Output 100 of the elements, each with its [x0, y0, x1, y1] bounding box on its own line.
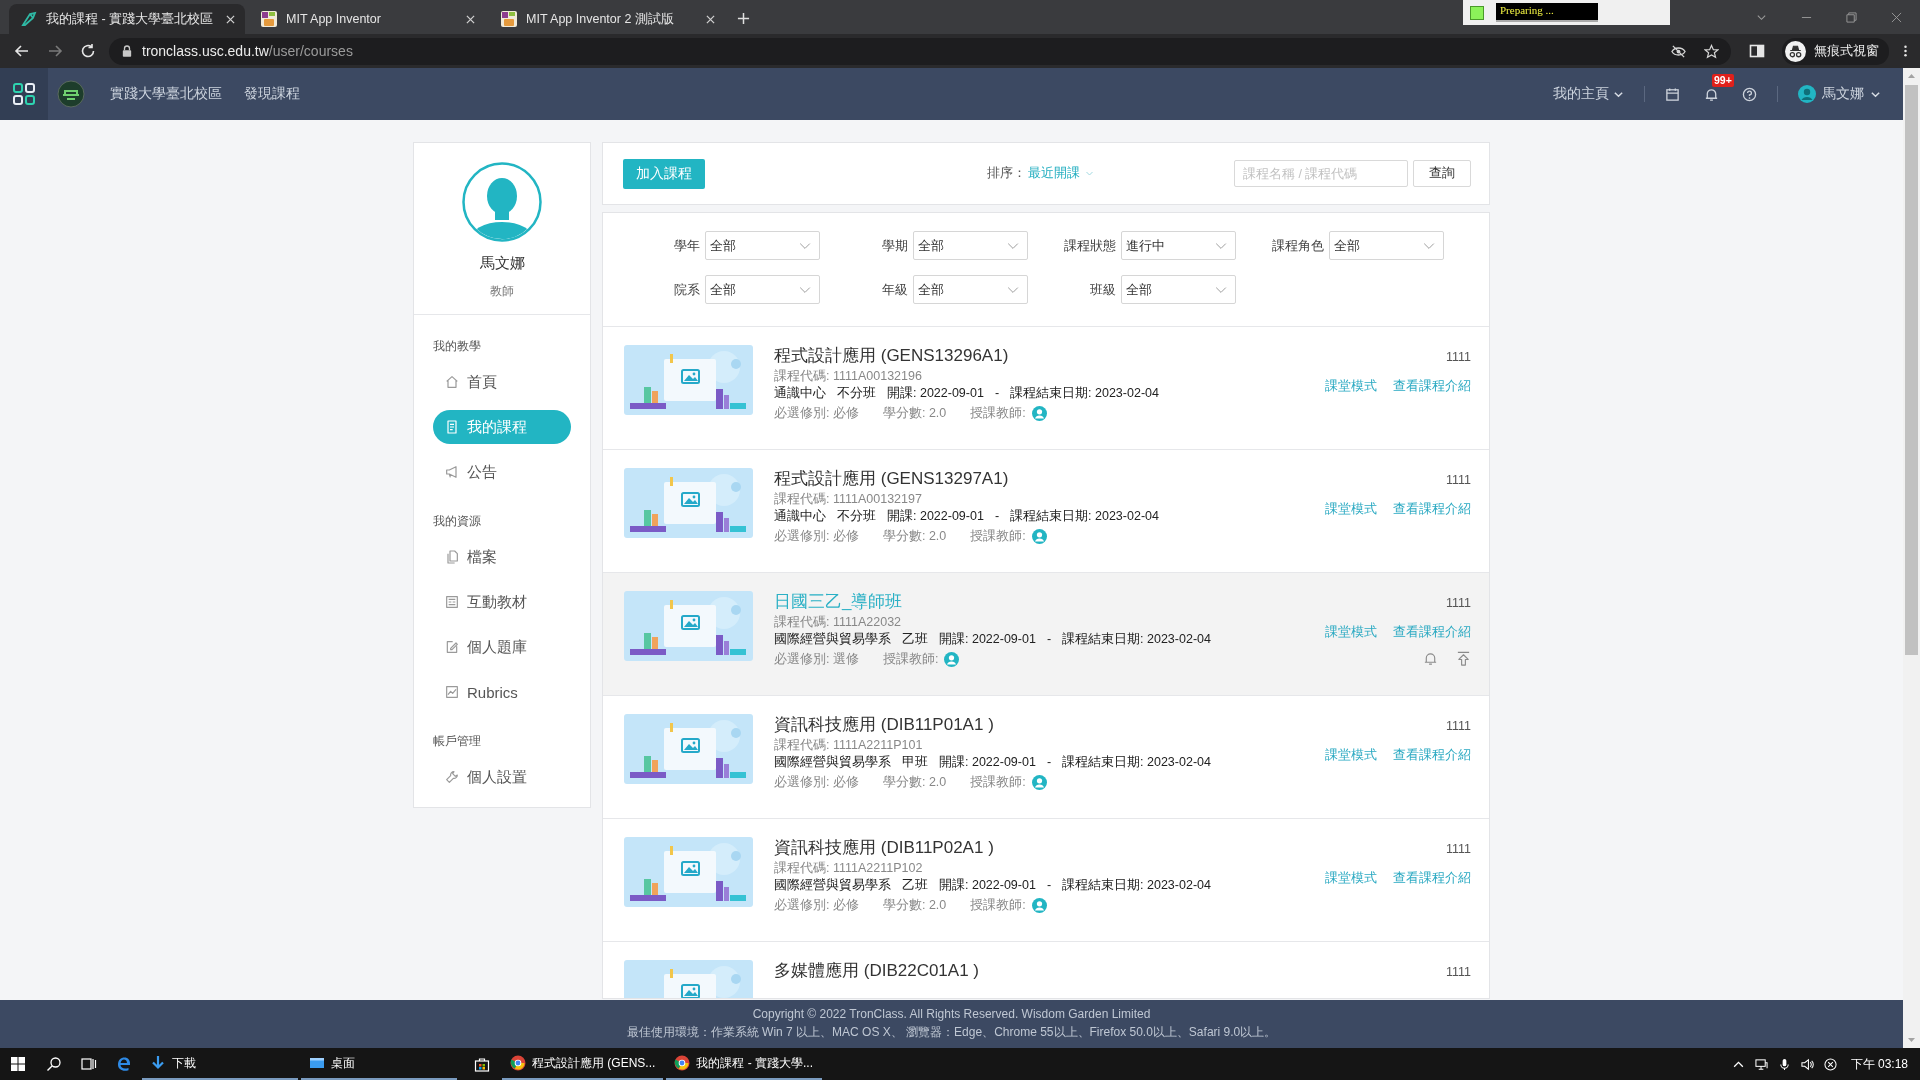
bell-icon[interactable] [1704, 86, 1719, 102]
files-icon [444, 549, 460, 565]
profile-button[interactable]: 無痕式視窗 [1782, 37, 1889, 65]
restore-icon[interactable] [1846, 11, 1857, 23]
filter-dropdown[interactable]: 全部 [705, 275, 820, 304]
address-field[interactable]: tronclass.usc.edu.tw/user/courses [109, 37, 1731, 65]
sidebar-item[interactable]: 互動教材 [433, 585, 571, 619]
filter-label: 年級 [881, 280, 909, 299]
user-role: 教師 [490, 283, 514, 300]
user-menu[interactable]: 馬文娜 [1798, 85, 1881, 103]
avatar-icon [1798, 85, 1816, 103]
sidebar-item[interactable]: 檔案 [433, 540, 571, 574]
start-date: 開課: 2022-09-01 [939, 754, 1036, 771]
header-link[interactable]: 發現課程 [244, 85, 300, 103]
taskbar-item[interactable]: 程式設計應用 (GENS... [502, 1048, 664, 1080]
windows-logo-icon[interactable] [10, 1056, 26, 1072]
credits-text: 學分數: 2.0 [882, 897, 947, 914]
forward-arrow-icon[interactable] [47, 43, 63, 59]
calendar-icon[interactable] [1665, 86, 1680, 102]
filter-dropdown[interactable]: 全部 [913, 231, 1028, 260]
sidebar-item[interactable]: 個人設置 [433, 760, 571, 794]
taskbar-item[interactable]: 我的課程 - 實踐大學... [666, 1048, 823, 1080]
credits-text: 學分數: 2.0 [882, 405, 947, 422]
network-icon[interactable] [1754, 1057, 1768, 1071]
status-square-icon [1470, 5, 1484, 20]
class-text: 不分班 [837, 508, 876, 525]
search-icon[interactable] [46, 1056, 62, 1072]
star-icon[interactable] [1704, 43, 1719, 59]
section-title: 我的教學 [433, 338, 482, 355]
sidebar-item[interactable]: Rubrics [433, 675, 571, 709]
teacher-label: 授課教師: [970, 774, 1026, 791]
semester-text: 1111 [1445, 841, 1471, 858]
browser-tab[interactable]: MIT App Inventor 2 測試版 [489, 4, 725, 34]
logo-icon[interactable] [57, 80, 85, 108]
filter-dropdown[interactable]: 全部 [1121, 275, 1236, 304]
sidebar-item[interactable]: 公告 [433, 455, 571, 489]
browser-tab[interactable]: MIT App Inventor [249, 4, 485, 34]
more-icon[interactable] [1903, 43, 1908, 59]
edit-document-icon [444, 639, 460, 655]
slides-icon [444, 594, 460, 610]
back-arrow-icon[interactable] [14, 43, 30, 59]
course-code: 課程代碼: 1111A2211P101 [774, 737, 924, 754]
search-field[interactable]: 課程名稱 / 課程代碼 [1234, 160, 1408, 187]
filter-label: 學期 [881, 236, 909, 255]
eye-slash-icon[interactable] [1671, 43, 1686, 59]
close-icon[interactable] [706, 14, 715, 24]
requirement-text: 必選修別: 必修 [774, 405, 859, 422]
incognito-icon [1785, 40, 1806, 62]
shopping-bag-icon[interactable] [474, 1056, 490, 1072]
taskbar-item[interactable]: 桌面 [301, 1048, 457, 1080]
filter-dropdown[interactable]: 全部 [1329, 231, 1444, 260]
course-row[interactable]: 日國三乙_導師班 課程代碼: 1111A22032 國際經營與貿易學系 乙班 開課: 2022-09-01 - 課程結束日期: 2023-02-04 必選修別: 選修 授課教師: 1111 課堂模式 查看課程介紹 [603, 572, 1489, 695]
header-link[interactable]: 實踐大學臺北校區 [110, 85, 222, 103]
pin-to-top-icon[interactable] [1456, 651, 1471, 666]
date-separator: - [1046, 877, 1052, 894]
close-circle-icon[interactable] [1823, 1057, 1837, 1071]
side-panel-icon[interactable] [1749, 43, 1765, 59]
sidebar-item[interactable]: 個人題庫 [433, 630, 571, 664]
chevron-down-icon [1085, 169, 1094, 178]
new-tab-icon[interactable] [737, 12, 750, 25]
course-title[interactable]: 多媒體應用 (DIB22C01A1 ) [774, 959, 1446, 983]
course-code: 課程代碼: 1111A00132197 [774, 491, 923, 508]
course-title[interactable]: 資訊科技應用 (DIB11P02A1 ) [774, 836, 1325, 860]
apps-button[interactable] [0, 68, 48, 120]
chevron-down-icon [1007, 241, 1019, 250]
bell-icon[interactable] [1423, 651, 1438, 666]
filter-dropdown[interactable]: 全部 [705, 231, 820, 260]
requirement-text: 必選修別: 必修 [774, 528, 859, 545]
scrollbar[interactable] [1903, 68, 1920, 1048]
course-code: 課程代碼: 1111A22032 [774, 614, 903, 631]
course-title[interactable]: 程式設計應用 (GENS13296A1) [774, 344, 1325, 368]
teacher-label: 授課教師: [970, 405, 1026, 422]
speaker-icon[interactable] [1800, 1057, 1814, 1071]
semester-text: 1111 [1445, 349, 1471, 366]
clock-text[interactable]: 下午 03:18 [1850, 1055, 1908, 1073]
search-button[interactable]: 查詢 [1413, 160, 1471, 187]
taskbar-item[interactable]: 下載 [142, 1048, 298, 1080]
filter-dropdown[interactable]: 進行中 [1121, 231, 1236, 260]
help-icon[interactable] [1742, 86, 1757, 102]
avatar-icon [462, 162, 542, 242]
credits-text: 學分數: 2.0 [882, 528, 947, 545]
home-menu[interactable]: 我的主頁 [1553, 85, 1624, 103]
requirement-text: 必選修別: 必修 [774, 897, 859, 914]
course-row[interactable]: 多媒體應用 (DIB22C01A1 ) 1111 [603, 941, 1489, 998]
filter-dropdown[interactable]: 全部 [913, 275, 1028, 304]
course-title[interactable]: 程式設計應用 (GENS13297A1) [774, 467, 1325, 491]
task-view-icon[interactable] [81, 1056, 97, 1072]
course-title[interactable]: 資訊科技應用 (DIB11P01A1 ) [774, 713, 1325, 737]
credits-text: 學分數: 2.0 [882, 774, 947, 791]
date-separator: - [1046, 754, 1052, 771]
close-icon[interactable] [226, 14, 235, 24]
filter-label: 學年 [673, 236, 701, 255]
microphone-icon[interactable] [1777, 1057, 1791, 1071]
letter-e-icon[interactable] [116, 1056, 132, 1072]
browser-tab[interactable]: 我的課程 - 實踐大學臺北校區 [9, 4, 245, 34]
section-title: 帳戶管理 [433, 733, 482, 750]
scrollbar-thumb[interactable] [1905, 85, 1918, 655]
close-icon[interactable] [466, 14, 475, 24]
reload-icon[interactable] [80, 43, 96, 59]
sidebar-item[interactable]: 首頁 [433, 365, 571, 399]
